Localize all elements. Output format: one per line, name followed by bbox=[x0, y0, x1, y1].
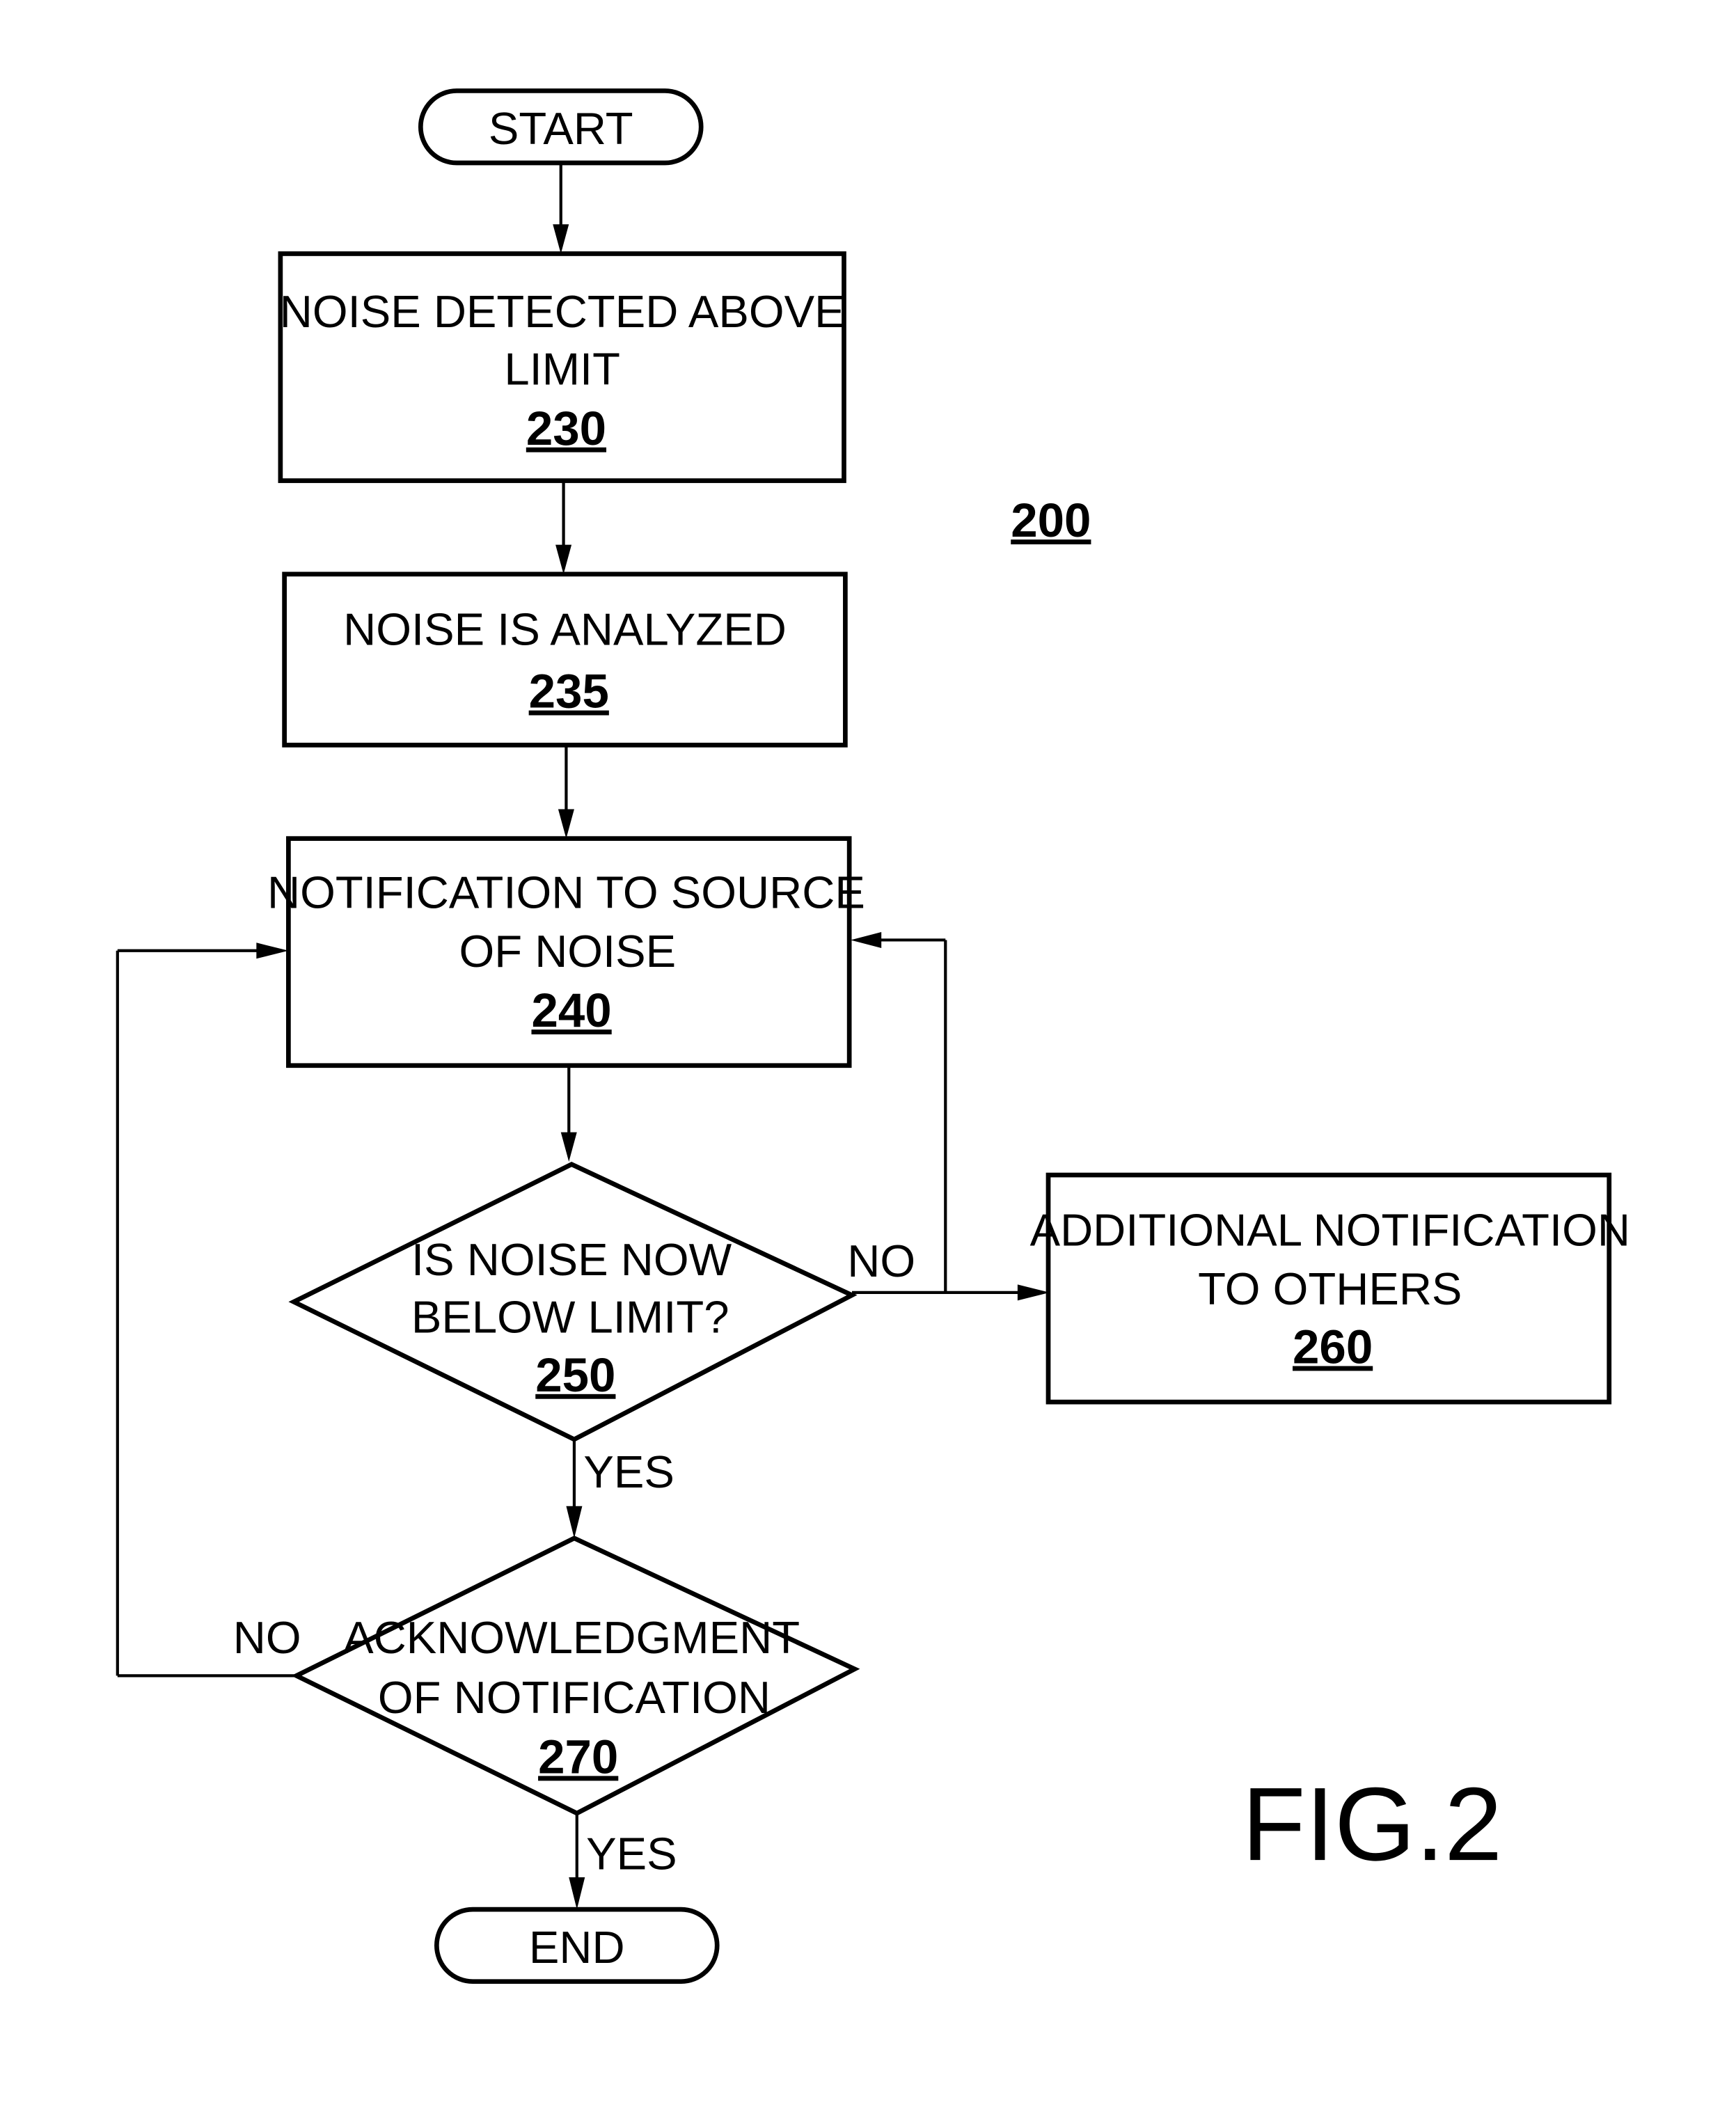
arrow-head bbox=[851, 931, 882, 948]
edge-label-250-yes: YES bbox=[583, 1446, 674, 1497]
process-260: ADDITIONAL NOTIFICATION TO OTHERS 260 bbox=[1030, 1172, 1630, 1405]
decision-270: ACKNOWLEDGMENT OF NOTIFICATION 270 bbox=[291, 1536, 860, 1816]
arrow-head bbox=[558, 809, 574, 839]
process-240: NOTIFICATION TO SOURCE OF NOISE 240 bbox=[267, 836, 865, 1068]
node-260-line-2: TO OTHERS bbox=[1198, 1263, 1462, 1314]
node-270-line-1: ACKNOWLEDGMENT bbox=[343, 1612, 800, 1663]
end-terminal: END bbox=[434, 1907, 720, 1984]
node-250-line-1: IS NOISE NOW bbox=[411, 1234, 732, 1285]
arrow-head bbox=[569, 1877, 585, 1910]
edge-label-250-no: NO bbox=[847, 1236, 915, 1286]
node-260-line-1: ADDITIONAL NOTIFICATION bbox=[1030, 1205, 1630, 1256]
node-230-line-1: NOISE DETECTED ABOVE bbox=[280, 286, 845, 337]
node-240-line-2: OF NOISE bbox=[459, 926, 677, 977]
flowchart: START NOISE DETECTED ABOVE LIMIT 230 200… bbox=[116, 88, 1630, 1984]
process-235: NOISE IS ANALYZED 235 bbox=[282, 571, 848, 748]
end-label: END bbox=[529, 1922, 625, 1973]
arrow-head bbox=[560, 1132, 577, 1162]
node-260-ref: 260 bbox=[1293, 1320, 1373, 1374]
arrow-head bbox=[1017, 1284, 1050, 1301]
node-235-ref: 235 bbox=[529, 664, 609, 718]
node-270-ref: 270 bbox=[538, 1729, 618, 1783]
node-250-ref: 250 bbox=[535, 1348, 615, 1402]
start-label: START bbox=[489, 103, 633, 154]
start-terminal: START bbox=[418, 88, 704, 166]
node-270-line-2: OF NOTIFICATION bbox=[378, 1672, 771, 1723]
edge-label-270-no: NO bbox=[233, 1612, 301, 1663]
arrow-head bbox=[555, 544, 572, 574]
node-230-line-2: LIMIT bbox=[504, 343, 620, 394]
node-250-line-2: BELOW LIMIT? bbox=[411, 1291, 729, 1342]
node-235-line-1: NOISE IS ANALYZED bbox=[343, 604, 787, 655]
arrow-head bbox=[256, 942, 289, 959]
figure-label: FIG.2 bbox=[1242, 1766, 1502, 1882]
arrow-head bbox=[553, 224, 569, 254]
decision-250: IS NOISE NOW BELOW LIMIT? 250 bbox=[288, 1161, 858, 1442]
process-230: NOISE DETECTED ABOVE LIMIT 230 bbox=[278, 251, 846, 483]
node-240-ref: 240 bbox=[531, 983, 611, 1037]
node-240-line-1: NOTIFICATION TO SOURCE bbox=[267, 867, 865, 917]
figure-reference: 200 bbox=[1011, 493, 1091, 547]
arrow-head bbox=[566, 1506, 583, 1538]
node-230-ref: 230 bbox=[526, 401, 606, 455]
edge-label-270-yes: YES bbox=[586, 1829, 677, 1879]
